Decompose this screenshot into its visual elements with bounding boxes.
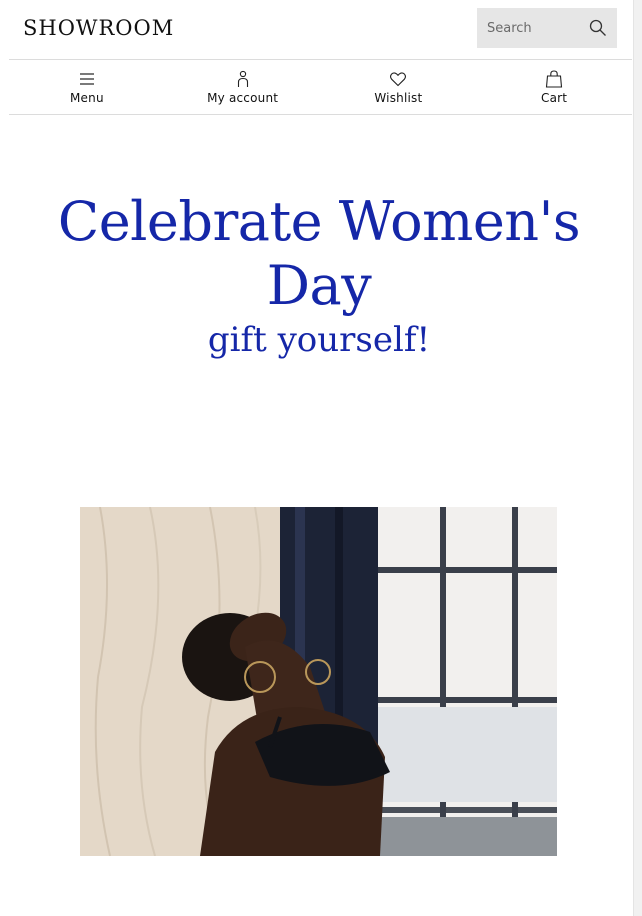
showroom-logo[interactable]: SHOWROOM — [23, 16, 174, 40]
nav-cart-label: Cart — [541, 91, 568, 105]
nav-my-account-label: My account — [207, 91, 279, 105]
nav-my-account[interactable]: My account — [165, 60, 321, 114]
top-header: SHOWROOM — [9, 0, 632, 60]
nav-wishlist[interactable]: Wishlist — [321, 60, 477, 114]
search-icon[interactable] — [589, 19, 607, 37]
icon-nav-bar: Menu My account Wishlist Cart — [9, 60, 632, 115]
search-input[interactable] — [487, 20, 587, 36]
nav-wishlist-label: Wishlist — [374, 91, 423, 105]
bag-icon — [546, 70, 563, 88]
page-scroll-edge — [633, 0, 642, 916]
nav-cart[interactable]: Cart — [476, 60, 632, 114]
hero-photo[interactable] — [80, 507, 557, 856]
heart-icon — [390, 72, 407, 87]
menu-icon — [79, 73, 94, 85]
hero-subtitle: gift yourself! — [207, 320, 431, 360]
nav-menu[interactable]: Menu — [9, 60, 165, 114]
account-icon — [237, 70, 248, 87]
search-box[interactable] — [477, 8, 617, 48]
hero-title: Celebrate Women's Day — [57, 190, 581, 317]
hero-photo-image — [80, 507, 557, 856]
hero-banner: Celebrate Women's Day gift yourself! — [9, 190, 629, 360]
nav-menu-label: Menu — [70, 91, 104, 105]
